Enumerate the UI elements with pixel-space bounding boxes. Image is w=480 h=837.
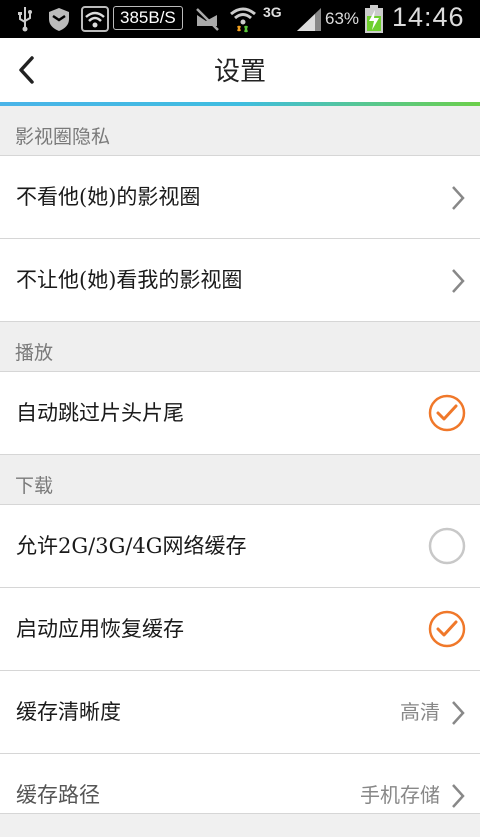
row-cache-path[interactable]: 缓存路径 手机存储 — [0, 754, 480, 814]
shield-icon — [44, 0, 74, 38]
usb-icon — [12, 0, 38, 38]
status-bar: 385B/S 3G 63% 14:46 — [0, 0, 480, 38]
row-label: 缓存清晰度 — [16, 700, 121, 724]
row-skip-intro-outro[interactable]: 自动跳过片头片尾 — [0, 372, 480, 455]
clock: 14:46 — [392, 2, 465, 32]
signal-icon — [294, 0, 324, 38]
chevron-right-icon — [452, 186, 465, 210]
chevron-right-icon — [452, 701, 465, 725]
row-value: 手机存储 — [360, 783, 440, 807]
chevron-right-icon — [452, 784, 465, 808]
page-title: 设置 — [213, 57, 266, 87]
row-value: 高清 — [400, 700, 440, 724]
row-hide-my-circle[interactable]: 不让他(她)看我的影视圈 — [0, 239, 480, 322]
row-label: 启动应用恢复缓存 — [16, 617, 184, 641]
wifi-icon — [228, 0, 258, 38]
row-cache-quality[interactable]: 缓存清晰度 高清 — [0, 671, 480, 754]
section-header-download: 下载 — [0, 455, 480, 505]
row-hide-their-circle[interactable]: 不看他(她)的影视圈 — [0, 156, 480, 239]
section-header-playback: 播放 — [0, 322, 480, 372]
checked-circle-icon[interactable] — [428, 394, 466, 432]
back-button[interactable] — [10, 50, 50, 90]
row-allow-mobile-cache[interactable]: 允许2G/3G/4G网络缓存 — [0, 505, 480, 588]
title-bar: 设置 — [0, 38, 480, 102]
unchecked-circle-icon[interactable] — [428, 527, 466, 565]
row-label: 不让他(她)看我的影视圈 — [16, 268, 243, 292]
network-type: 3G — [263, 4, 282, 20]
row-label: 不看他(她)的影视圈 — [16, 185, 201, 209]
row-label: 允许2G/3G/4G网络缓存 — [16, 534, 247, 558]
network-speed: 385B/S — [113, 6, 183, 30]
wifi-hotspot-icon — [80, 0, 110, 38]
row-label: 缓存路径 — [16, 783, 100, 807]
checked-circle-icon[interactable] — [428, 610, 466, 648]
chevron-left-icon — [19, 56, 34, 84]
row-label: 自动跳过片头片尾 — [16, 401, 184, 425]
settings-list: 影视圈隐私 不看他(她)的影视圈 不让他(她)看我的影视圈 播放 自动跳过片头片… — [0, 106, 480, 814]
battery-charging-icon — [362, 0, 386, 38]
chevron-right-icon — [452, 269, 465, 293]
battery-percent: 63% — [325, 9, 360, 28]
notifications-muted-icon — [192, 0, 222, 38]
row-resume-cache-on-launch[interactable]: 启动应用恢复缓存 — [0, 588, 480, 671]
section-header-privacy: 影视圈隐私 — [0, 106, 480, 156]
